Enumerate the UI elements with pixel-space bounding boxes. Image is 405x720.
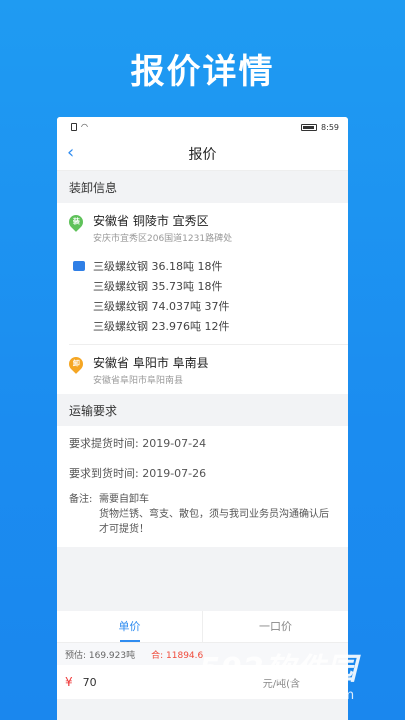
watermark-url: www.592xiazai.com (209, 688, 356, 703)
estimate-total: 合: 11894.6 (151, 650, 204, 661)
tab-unit-price[interactable]: 单价 (57, 611, 202, 642)
status-time: 8:59 (321, 122, 339, 132)
price-tabs: 单价 一口价 (57, 611, 348, 643)
pickup-time: 要求提货时间: 2019-07-24 (69, 437, 207, 450)
destination-pin-icon: 卸 (66, 354, 86, 374)
destination-detail: 安徽省阜阳市阜阳南县 (93, 376, 184, 386)
requirements-card: 要求提货时间: 2019-07-24 要求到货时间: 2019-07-26 备注… (57, 426, 348, 547)
nav-bar: ‹ 报价 (57, 137, 348, 171)
phone-screen: ◠ 8:59 ‹ 报价 装卸信息 装 安徽省 铜陵市 宜秀区 安庆市宜秀区206… (57, 117, 348, 720)
wifi-icon: ◠ (81, 122, 88, 131)
status-bar: ◠ 8:59 (57, 117, 348, 137)
tab-lump-sum[interactable]: 一口价 (202, 611, 348, 642)
requirements-section-title: 运输要求 (57, 394, 348, 426)
destination-block: 卸 安徽省 阜阳市 阜南县 安徽省阜阳市阜阳南县 (57, 345, 348, 394)
destination-address: 安徽省 阜阳市 阜南县 (93, 356, 209, 370)
estimate-weight: 预估: 169.923吨 (65, 650, 136, 661)
currency-icon: ¥ (65, 675, 73, 689)
price-input[interactable]: 70 (83, 676, 97, 689)
hero-title: 报价详情 (130, 52, 275, 92)
page-title: 报价 (188, 146, 217, 163)
spacer (57, 547, 348, 611)
battery-icon (301, 123, 318, 131)
watermark-brand: 592软件园 (199, 652, 358, 687)
arrival-time: 要求到货时间: 2019-07-26 (69, 467, 207, 480)
watermark: 592软件园 www.592xiazai.com (199, 644, 399, 714)
cargo-icon (73, 261, 85, 271)
back-arrow-icon[interactable]: ‹ (67, 144, 77, 162)
origin-address: 安徽省 铜陵市 宜秀区 (93, 214, 209, 228)
sim-icon (71, 123, 77, 131)
loading-card: 装 安徽省 铜陵市 宜秀区 安庆市宜秀区206国道1231路碑处 三级螺纹钢 3… (57, 203, 348, 394)
goods-item: 三级螺纹钢 23.976吨 12件 (93, 320, 230, 333)
goods-item: 三级螺纹钢 74.037吨 37件 (93, 300, 230, 313)
origin-detail: 安庆市宜秀区206国道1231路碑处 (93, 234, 233, 244)
loading-section-title: 装卸信息 (57, 171, 348, 203)
note-label: 备注: (69, 494, 93, 505)
goods-list: 三级螺纹钢 36.18吨 18件 三级螺纹钢 35.73吨 18件 三级螺纹钢 … (73, 256, 336, 336)
goods-item: 三级螺纹钢 35.73吨 18件 (93, 280, 223, 293)
origin-block: 装 安徽省 铜陵市 宜秀区 安庆市宜秀区206国道1231路碑处 三级螺纹钢 3… (57, 203, 348, 344)
note: 备注: 需要自卸车 货物烂锈、弯支、散包，须与我司业务员沟通确认后才可提货！ (69, 492, 336, 537)
origin-pin-icon: 装 (66, 212, 86, 232)
goods-item: 三级螺纹钢 36.18吨 18件 (73, 256, 336, 276)
note-text: 需要自卸车 货物烂锈、弯支、散包，须与我司业务员沟通确认后才可提货！ (99, 494, 329, 535)
